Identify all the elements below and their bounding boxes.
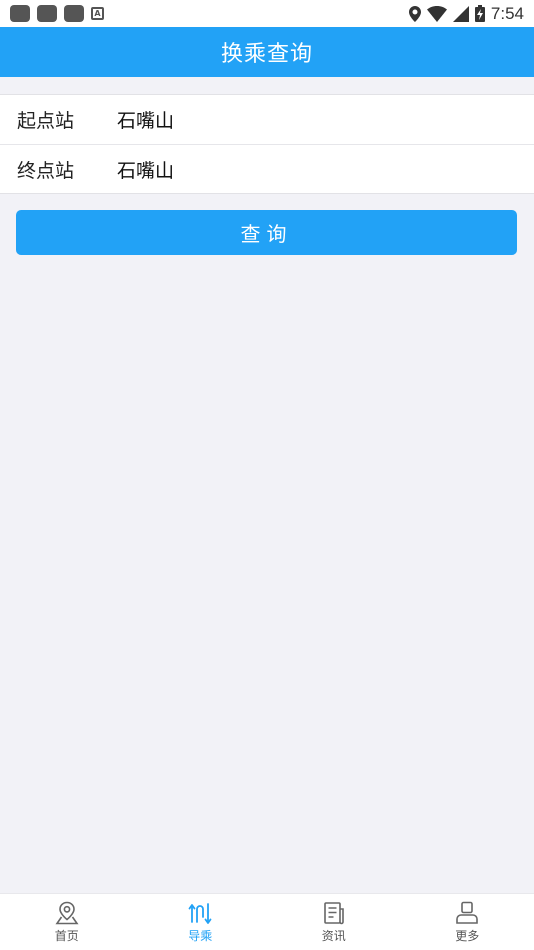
nav-item-news[interactable]: 资讯 [267,894,401,950]
notification-app-icon [64,5,84,22]
wifi-icon [426,5,447,22]
start-station-label: 起点站 [17,110,75,132]
nav-label-more: 更多 [455,929,480,943]
start-station-row[interactable]: 起点站 石嘴山 [0,95,534,144]
clock: 7:54 [490,3,524,23]
nav-label-news: 资讯 [321,929,346,943]
status-bar: A 7:54 [0,0,534,27]
battery-charging-icon [474,5,485,22]
person-icon [456,901,479,924]
title-bar: 换乘查询 [0,27,534,77]
nav-label-home: 首页 [54,929,79,943]
notification-app-icon [10,5,30,22]
end-station-label: 终点站 [17,160,75,182]
map-pin-icon [55,901,79,925]
route-form: 起点站 石嘴山 终点站 石嘴山 [0,94,534,194]
nav-item-home[interactable]: 首页 [0,894,134,950]
bottom-nav: 首页 导乘 资讯 更多 [0,893,534,950]
notification-app-icon [37,5,57,22]
nav-label-route: 导乘 [188,929,213,943]
system-status: 7:54 [408,3,524,24]
location-icon [408,5,421,22]
nav-item-more[interactable]: 更多 [401,894,534,950]
start-station-field[interactable]: 石嘴山 [117,106,174,133]
notification-icons: A [10,5,104,22]
page-title: 换乘查询 [220,42,313,67]
route-icon [188,903,212,924]
news-icon [323,902,344,925]
notification-a-icon: A [91,7,104,20]
end-station-row[interactable]: 终点站 石嘴山 [0,144,534,194]
end-station-field[interactable]: 石嘴山 [117,156,174,183]
signal-icon [452,5,469,22]
query-button[interactable]: 查询 [16,210,517,255]
nav-item-route[interactable]: 导乘 [134,894,268,950]
